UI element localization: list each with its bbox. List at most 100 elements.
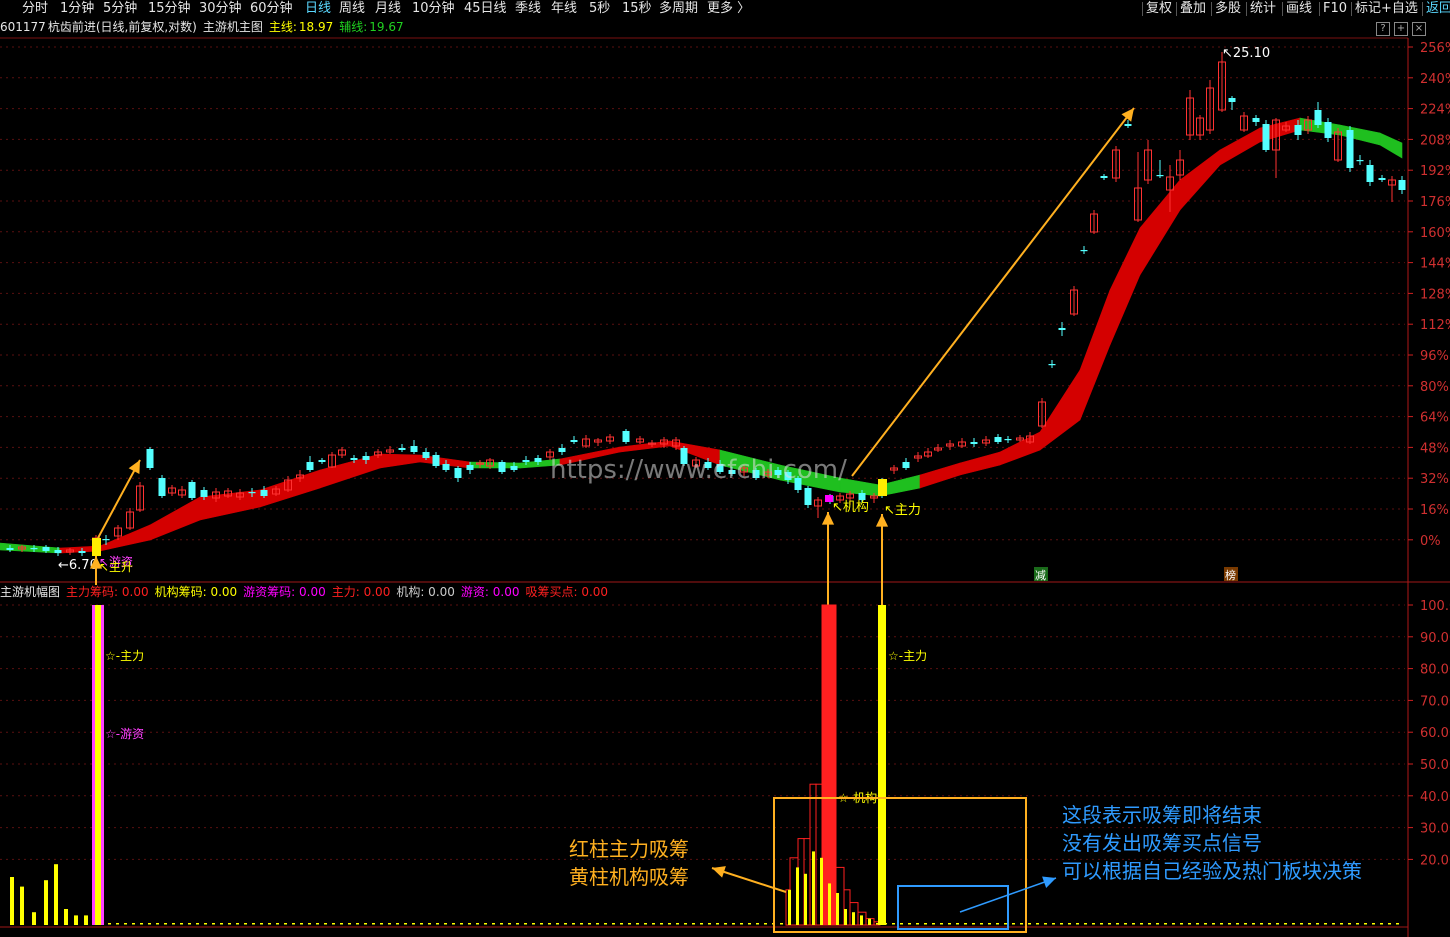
mark-zhuli-right: ☆-主力 [888, 649, 927, 663]
lower-bar-red [821, 604, 837, 926]
baseline-dot [1108, 923, 1111, 925]
baseline-dot [940, 923, 943, 925]
candle-body [1294, 125, 1302, 135]
band-segment [1219, 127, 1261, 166]
lower-bar-yellow [796, 867, 799, 925]
candle-body [248, 492, 256, 494]
baseline-dot [1364, 923, 1367, 925]
annotation-right-line: 没有发出吸筹买点信号 [1062, 831, 1262, 855]
candle-body [570, 440, 578, 442]
lower-axis-label: 70.00 [1420, 694, 1450, 709]
lower-bar-zhuli [95, 605, 101, 925]
lower-bar-yellow [44, 880, 48, 925]
baseline-dot [308, 923, 311, 925]
candle-body [498, 462, 506, 472]
baseline-dot [1124, 923, 1127, 925]
baseline-dot [1236, 923, 1239, 925]
baseline-dot [716, 923, 719, 925]
baseline-dot [468, 923, 471, 925]
baseline-dot [1220, 923, 1223, 925]
candle-body [1314, 110, 1322, 125]
candle-body [994, 437, 1002, 442]
baseline-dot [1132, 923, 1135, 925]
candle-body [1324, 122, 1332, 138]
baseline-dot [572, 923, 575, 925]
annotation-left-line: 黄柱机构吸筹 [569, 865, 689, 889]
stock-chart[interactable]: 256% 240% 224% 208% 192% 176% 160% 144% 128% 112%… [0, 0, 1450, 937]
baseline-dot [1052, 923, 1055, 925]
lower-bar-yellow [828, 883, 831, 925]
annotation-right-line: 这段表示吸筹即将结束 [1062, 803, 1262, 827]
baseline-dot [932, 923, 935, 925]
band-segment [259, 469, 321, 508]
baseline-dot [412, 923, 415, 925]
lower-axis-label: 100.00 [1420, 599, 1450, 614]
lower-bar-yellow [820, 857, 823, 925]
baseline-dot [948, 923, 951, 925]
baseline-dot [1332, 923, 1335, 925]
candle-body [1356, 160, 1364, 162]
price-axis-label: 48% [1420, 441, 1449, 456]
baseline-dot [452, 923, 455, 925]
candle-body [6, 548, 14, 550]
baseline-dot [596, 923, 599, 925]
baseline-dot [748, 923, 751, 925]
candle-body [410, 446, 418, 452]
candle-body [200, 490, 208, 497]
baseline-dot [188, 923, 191, 925]
baseline-dot [612, 923, 615, 925]
baseline-dot [1252, 923, 1255, 925]
baseline-dot [1388, 923, 1391, 925]
candle-body [1366, 165, 1374, 182]
baseline-dot [956, 923, 959, 925]
baseline-dot [628, 923, 631, 925]
baseline-dot [1036, 923, 1039, 925]
candle-body [42, 547, 50, 551]
baseline-dot [1340, 923, 1343, 925]
baseline-dot [1212, 923, 1215, 925]
band-segment [149, 496, 201, 541]
price-axis-label: 160% [1420, 226, 1450, 241]
baseline-dot [740, 923, 743, 925]
baseline-dot [164, 923, 167, 925]
baseline-dot [780, 923, 783, 925]
band-segment [1139, 179, 1181, 277]
price-axis-label: 96% [1420, 349, 1449, 364]
candle-body [158, 478, 166, 496]
baseline-dot [156, 923, 159, 925]
baseline-dot [244, 923, 247, 925]
candle-body [306, 462, 314, 470]
baseline-dot [1092, 923, 1095, 925]
lower-bar-yellow [20, 886, 24, 925]
lower-axis-label: 40.00 [1420, 790, 1450, 805]
baseline-dot [1324, 923, 1327, 925]
candle-body [1058, 328, 1066, 330]
baseline-dot [404, 923, 407, 925]
candle-body [858, 493, 866, 500]
baseline-dot [428, 923, 431, 925]
lower-bar-yellow [74, 915, 78, 925]
candle-body [1262, 124, 1270, 150]
price-axis-label: 192% [1420, 164, 1450, 179]
baseline-dot [380, 923, 383, 925]
candle-body [1398, 180, 1406, 190]
baseline-dot [972, 923, 975, 925]
baseline-dot [196, 923, 199, 925]
band-segment [1379, 132, 1403, 159]
band-segment [99, 524, 151, 552]
baseline-dot [1260, 923, 1263, 925]
baseline-dot [1308, 923, 1311, 925]
baseline-dot [1100, 923, 1103, 925]
candle-body [318, 460, 326, 462]
lower-bar-yellow [10, 877, 14, 925]
baseline-dot [1284, 923, 1287, 925]
baseline-dot [484, 923, 487, 925]
baseline-dot [444, 923, 447, 925]
baseline-dot [284, 923, 287, 925]
band-segment [919, 462, 961, 489]
baseline-dot [1156, 923, 1159, 925]
lower-axis-label: 90.00 [1420, 631, 1450, 646]
lower-bar-yellow [844, 909, 847, 925]
candle-body [146, 449, 154, 468]
candle-body [102, 539, 110, 541]
